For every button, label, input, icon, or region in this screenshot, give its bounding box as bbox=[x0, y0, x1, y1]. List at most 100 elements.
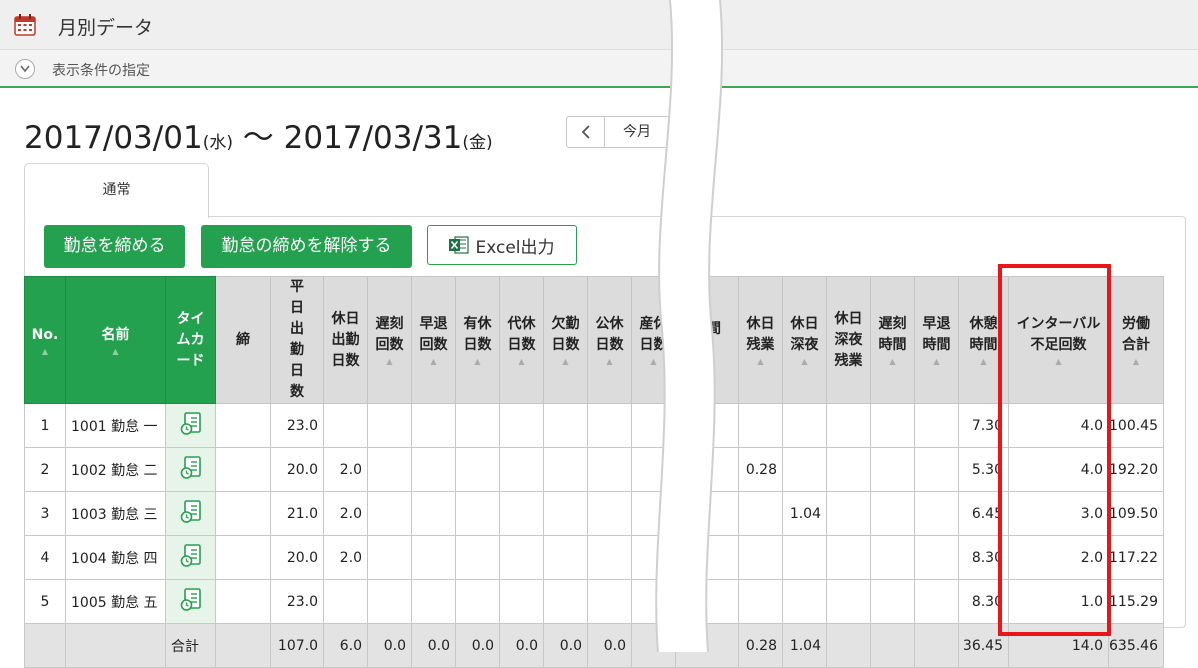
sort-icon: ▲ bbox=[606, 357, 613, 366]
cell-col17 bbox=[870, 579, 915, 624]
col-break-time[interactable]: 休憩時間 ▲ bbox=[958, 276, 1009, 404]
table-row[interactable]: 2 1002 勤怠 二 20.0 2.0 0.28 5.30 4.0 192.20 bbox=[24, 447, 1164, 492]
start-dow: (水) bbox=[202, 133, 233, 153]
cell-holiday: 2.0 bbox=[323, 447, 368, 492]
current-month-button[interactable]: 今月 bbox=[605, 117, 695, 147]
tab-normal[interactable]: 通常 bbox=[24, 163, 209, 218]
conditions-toggle[interactable]: 表示条件の指定 bbox=[0, 50, 1198, 88]
cell-col8 bbox=[455, 447, 500, 492]
cell-hol_ot bbox=[738, 535, 783, 580]
col-late-count[interactable]: 遅刻回数 ▲ bbox=[367, 276, 412, 404]
col-late-time[interactable]: 遅刻時間 ▲ bbox=[870, 276, 915, 404]
col-absence[interactable]: 欠勤日数 ▲ bbox=[543, 276, 588, 404]
start-date: 2017/03/01 bbox=[24, 120, 203, 156]
cell-col7 bbox=[411, 403, 456, 448]
cell-col2[interactable] bbox=[165, 579, 216, 624]
cell-col17 bbox=[870, 403, 915, 448]
unclose-attendance-button[interactable]: 勤怠の締めを解除する bbox=[201, 225, 412, 268]
total-public: 0.0 bbox=[587, 623, 632, 668]
col-holiday-night[interactable]: 休日深夜 ▲ bbox=[782, 276, 827, 404]
col-labor-total[interactable]: 労働合計 ▲ bbox=[1108, 276, 1164, 404]
col-holiday-overtime[interactable]: 休日残業 ▲ bbox=[738, 276, 783, 404]
total-col1 bbox=[65, 623, 166, 668]
total-holiday: 6.0 bbox=[323, 623, 368, 668]
col-overtime[interactable]: 時間外 bbox=[675, 276, 739, 404]
chevron-down-icon[interactable] bbox=[15, 59, 35, 79]
timecard-icon[interactable] bbox=[180, 411, 202, 436]
conditions-label[interactable]: 表示条件の指定 bbox=[52, 60, 150, 80]
col-early-count[interactable]: 早退回数 ▲ bbox=[411, 276, 456, 404]
cell-holiday bbox=[323, 403, 368, 448]
col-holiday-days[interactable]: 休日出勤日数 bbox=[323, 276, 368, 404]
cell-col7 bbox=[411, 447, 456, 492]
col-public-holiday[interactable]: 公休日数 ▲ bbox=[587, 276, 632, 404]
total-late: 0.0 bbox=[367, 623, 412, 668]
cell-hol_ot bbox=[738, 403, 783, 448]
total-absent: 0.0 bbox=[543, 623, 588, 668]
timecard-icon[interactable] bbox=[180, 543, 202, 568]
sort-icon: ▲ bbox=[889, 357, 896, 366]
col-early-time[interactable]: 早退時間 ▲ bbox=[914, 276, 959, 404]
col-no[interactable]: No. ▲ bbox=[24, 276, 66, 404]
cell-name: 1004 勤怠 四 bbox=[65, 535, 166, 580]
cell-col2[interactable] bbox=[165, 491, 216, 536]
cell-weekday: 23.0 bbox=[270, 403, 324, 448]
cell-col13 bbox=[675, 491, 739, 536]
cell-holiday bbox=[323, 579, 368, 624]
cell-col18 bbox=[914, 579, 959, 624]
timecard-icon[interactable] bbox=[180, 587, 202, 612]
sort-icon: ▲ bbox=[518, 357, 525, 366]
cell-col13 bbox=[675, 535, 739, 580]
cell-col9 bbox=[499, 579, 544, 624]
close-attendance-button[interactable]: 勤怠を締める bbox=[44, 225, 185, 268]
col-interval-shortage[interactable]: インターバル不足回数 ▲ bbox=[1008, 276, 1109, 404]
timecard-icon[interactable] bbox=[180, 455, 202, 480]
cell-weekday: 21.0 bbox=[270, 491, 324, 536]
cell-col3 bbox=[215, 579, 271, 624]
col-paid-leave[interactable]: 有休日数 ▲ bbox=[455, 276, 500, 404]
cell-break: 6.45 bbox=[958, 491, 1009, 536]
cell-total: 117.22 bbox=[1108, 535, 1164, 580]
cell-col17 bbox=[870, 491, 915, 536]
col-name[interactable]: 名前 ▲ bbox=[65, 276, 166, 404]
prev-month-button[interactable] bbox=[567, 117, 605, 147]
cell-weekday: 23.0 bbox=[270, 579, 324, 624]
totals-row: 合計 107.0 6.0 0.0 0.0 0.0 0.0 0.0 0.0 0 0.28 1.04 36.… bbox=[24, 623, 1164, 668]
month-nav: 今月 bbox=[566, 116, 696, 148]
cell-total: 100.45 bbox=[1108, 403, 1164, 448]
col-maternity[interactable]: 産休日数 ▲ bbox=[631, 276, 676, 404]
cell-col10 bbox=[543, 535, 588, 580]
cell-col12 bbox=[631, 535, 676, 580]
cell-hol_ot: 0.28 bbox=[738, 447, 783, 492]
cell-hol_night: 1.04 bbox=[782, 491, 827, 536]
sort-icon: ▲ bbox=[41, 346, 49, 356]
total-interval: 14.0 bbox=[1008, 623, 1109, 668]
table-row[interactable]: 1 1001 勤怠 一 23.0 7.30 4.0 100.45 bbox=[24, 403, 1164, 448]
col-holiday-night-overtime[interactable]: 休日深夜残業 bbox=[826, 276, 871, 404]
chevron-left-icon bbox=[581, 125, 590, 139]
timecard-icon[interactable] bbox=[180, 499, 202, 524]
cell-col6 bbox=[367, 535, 412, 580]
cell-col2[interactable] bbox=[165, 447, 216, 492]
excel-export-button[interactable]: Excel出力 bbox=[427, 225, 577, 265]
cell-col2[interactable] bbox=[165, 535, 216, 580]
cell-no: 3 bbox=[24, 491, 66, 536]
table-row[interactable]: 3 1003 勤怠 三 21.0 2.0 1.04 6.45 3.0 109.50 bbox=[24, 491, 1164, 536]
cell-interval: 4.0 bbox=[1008, 403, 1109, 448]
total-label: 合計 bbox=[165, 623, 216, 668]
cell-hol_night bbox=[782, 579, 827, 624]
total-col0 bbox=[24, 623, 66, 668]
cell-holiday: 2.0 bbox=[323, 535, 368, 580]
col-timecard: タイムカード bbox=[165, 276, 216, 404]
cell-hol_ot bbox=[738, 491, 783, 536]
col-comp-leave[interactable]: 代休日数 ▲ bbox=[499, 276, 544, 404]
cell-col16 bbox=[826, 403, 871, 448]
end-date: 2017/03/31 bbox=[283, 120, 463, 156]
table-row[interactable]: 4 1004 勤怠 四 20.0 2.0 8.30 2.0 117.22 bbox=[24, 535, 1164, 580]
col-weekday-days[interactable]: 平日出勤日数 bbox=[270, 276, 324, 404]
table-row[interactable]: 5 1005 勤怠 五 23.0 8.30 1.0 115.29 bbox=[24, 579, 1164, 624]
cell-col10 bbox=[543, 403, 588, 448]
cell-break: 7.30 bbox=[958, 403, 1009, 448]
cell-col2[interactable] bbox=[165, 403, 216, 448]
sort-icon: ▲ bbox=[650, 357, 657, 366]
